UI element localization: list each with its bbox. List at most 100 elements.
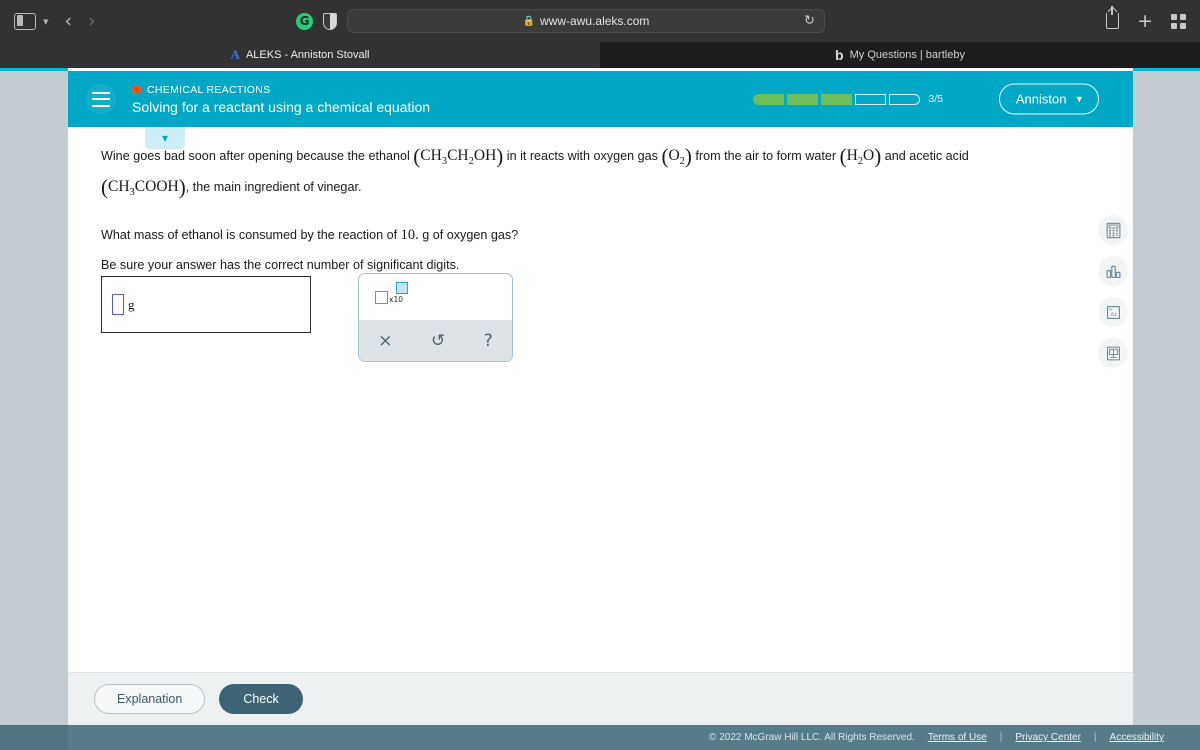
browser-tab-strip: A ALEKS - Anniston Stovall b My Question… — [0, 42, 1200, 68]
answer-blank-slot[interactable] — [112, 294, 124, 315]
legal-bar-left-pad — [0, 725, 68, 750]
progress-segment — [787, 93, 819, 105]
page-margin-right — [1133, 68, 1200, 750]
question-text: , the main ingredient of vinegar. — [185, 180, 362, 195]
question-text: from the air to form water — [695, 149, 837, 163]
hamburger-menu-icon[interactable] — [86, 84, 116, 114]
math-palette-tools: x10 — [359, 274, 512, 320]
browser-address-area: G 🔒 www-awu.aleks.com ↻ — [296, 0, 825, 42]
data-chart-tool[interactable] — [1098, 256, 1128, 286]
action-bar: Explanation Check — [68, 672, 1133, 725]
aleks-page: CHEMICAL REACTIONS Solving for a reactan… — [68, 68, 1133, 750]
address-bar[interactable]: 🔒 www-awu.aleks.com ↻ — [347, 9, 825, 33]
copyright-text: © 2022 McGraw Hill LLC. All Rights Reser… — [709, 732, 915, 743]
paren-close: ) — [496, 144, 504, 168]
undo-button[interactable]: ↺ — [431, 331, 445, 351]
progress-bar — [753, 93, 921, 105]
question-body: Wine goes bad soon after opening because… — [101, 143, 1061, 273]
check-button[interactable]: Check — [219, 684, 303, 714]
aleks-favicon: A — [230, 47, 240, 62]
browser-right-controls: + — [1106, 0, 1186, 42]
calculator-tool[interactable] — [1098, 215, 1128, 245]
paren-open: ( — [839, 144, 847, 168]
exponent-placeholder-icon — [396, 281, 408, 294]
shield-extension-icon[interactable] — [323, 12, 337, 30]
periodic-table-tool[interactable]: Ar 18 — [1098, 297, 1128, 327]
paren-open: ( — [101, 175, 108, 200]
clear-button[interactable]: × — [378, 331, 392, 351]
grammarly-extension-icon[interactable]: G — [296, 12, 313, 30]
answer-area: g x10 × ↺ ? — [101, 273, 513, 362]
math-palette: x10 × ↺ ? — [358, 273, 513, 362]
topic-row: CHEMICAL REACTIONS — [132, 84, 430, 96]
math-palette-actions: × ↺ ? — [359, 320, 512, 361]
formula-acetic-acid: CH3COOH — [108, 178, 179, 199]
topic-status-dot-icon — [132, 85, 141, 94]
legal-separator: | — [1093, 732, 1097, 743]
bartleby-favicon: b — [835, 47, 844, 63]
question-text: and acetic acid — [884, 149, 969, 163]
terms-of-use-link[interactable]: Terms of Use — [928, 732, 987, 743]
formula-water: H2O — [846, 147, 875, 168]
paren-close: ) — [684, 144, 692, 168]
reload-icon[interactable]: ↻ — [804, 14, 815, 29]
question-text: in it reacts with oxygen gas — [506, 149, 658, 163]
scientific-notation-button[interactable]: x10 — [375, 281, 408, 304]
mantissa-placeholder-icon — [375, 290, 388, 304]
chevron-down-icon[interactable]: ▾ — [43, 15, 49, 28]
app-viewport: CHEMICAL REACTIONS Solving for a reactan… — [0, 68, 1200, 750]
progress-segment — [821, 93, 853, 105]
prompt-value: 10. — [400, 227, 419, 244]
question-statement-line-1: Wine goes bad soon after opening because… — [101, 143, 1061, 174]
app-header: CHEMICAL REACTIONS Solving for a reactan… — [68, 71, 1133, 127]
reference-tool[interactable] — [1098, 338, 1128, 368]
sidebar-toggle-icon[interactable] — [14, 12, 36, 30]
page-margin-left — [0, 68, 68, 750]
prompt-text: What mass of ethanol is consumed by the … — [101, 228, 398, 243]
question-prompt: What mass of ethanol is consumed by the … — [101, 227, 1061, 244]
explanation-button[interactable]: Explanation — [94, 684, 206, 714]
plus-icon[interactable]: + — [1137, 11, 1153, 31]
share-icon[interactable] — [1106, 6, 1120, 29]
browser-toolbar: ▾ ‹ › G 🔒 www-awu.aleks.com ↻ + — [0, 0, 1200, 42]
tool-rail: Ar 18 — [1098, 215, 1128, 368]
progress-segment — [753, 93, 785, 105]
header-titles: CHEMICAL REACTIONS Solving for a reactan… — [132, 84, 430, 115]
topic-label: CHEMICAL REACTIONS — [147, 83, 271, 96]
forward-arrow-icon[interactable]: › — [88, 11, 96, 31]
question-text: Wine goes bad soon after opening because… — [101, 149, 410, 163]
browser-tab-title: ALEKS - Anniston Stovall — [245, 49, 370, 61]
question-statement-line-2: (CH3COOH), the main ingredient of vinega… — [101, 174, 1061, 205]
help-button[interactable]: ? — [484, 331, 493, 351]
formula-oxygen: O2 — [668, 147, 685, 168]
browser-tab-aleks[interactable]: A ALEKS - Anniston Stovall — [0, 42, 600, 68]
formula-ethanol: CH3CH2OH — [420, 147, 497, 168]
answer-input[interactable]: g — [101, 276, 311, 333]
progress-segment — [855, 93, 887, 105]
periodic-table-icon: Ar 18 — [1106, 305, 1120, 319]
paren-close: ) — [178, 175, 186, 200]
prompt-text: g of oxygen gas? — [422, 228, 519, 243]
page-title: Solving for a reactant using a chemical … — [132, 98, 431, 115]
significant-digits-note: Be sure your answer has the correct numb… — [101, 258, 460, 273]
svg-text:18: 18 — [1108, 307, 1112, 311]
lock-icon: 🔒 — [522, 15, 536, 27]
privacy-center-link[interactable]: Privacy Center — [1015, 732, 1081, 743]
url-text: www-awu.aleks.com — [540, 14, 650, 28]
user-name: Anniston — [1015, 91, 1067, 107]
accessibility-link[interactable]: Accessibility — [1110, 732, 1164, 743]
browser-tab-bartleby[interactable]: b My Questions | bartleby — [600, 42, 1200, 68]
times-ten-label: x10 — [389, 294, 403, 304]
calculator-icon — [1106, 222, 1120, 238]
answer-unit-label: g — [128, 296, 135, 312]
user-menu-button[interactable]: Anniston ▾ — [998, 83, 1099, 115]
progress-segment — [889, 93, 921, 105]
tab-overview-icon[interactable] — [1171, 13, 1186, 29]
progress-count: 3/5 — [928, 93, 943, 105]
bar-chart-icon — [1106, 265, 1120, 278]
legal-separator: | — [999, 732, 1003, 743]
paren-close: ) — [874, 144, 882, 168]
chevron-down-icon: ▾ — [1076, 92, 1082, 106]
back-arrow-icon[interactable]: ‹ — [65, 11, 73, 31]
legal-footer: © 2022 McGraw Hill LLC. All Rights Reser… — [68, 725, 1200, 750]
